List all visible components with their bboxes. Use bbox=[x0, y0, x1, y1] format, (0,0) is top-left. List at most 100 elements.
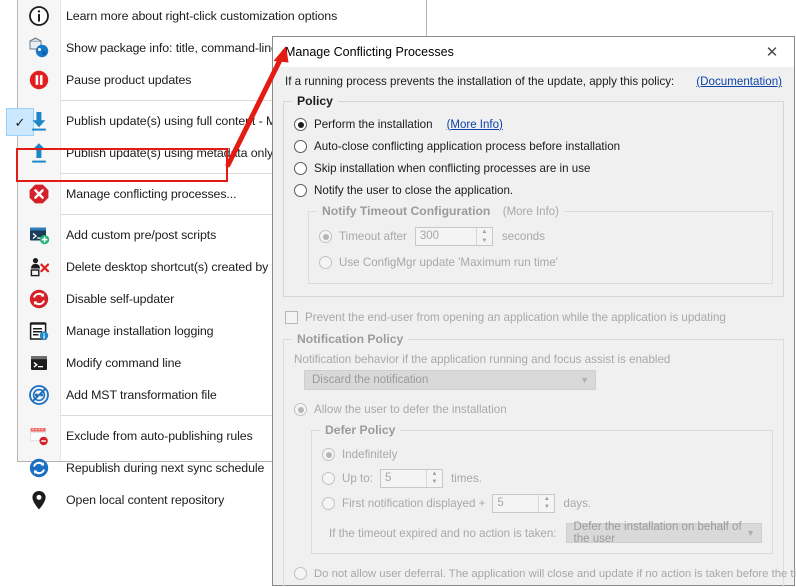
menu-item-label: Manage installation logging bbox=[66, 324, 214, 338]
location-pin-icon bbox=[18, 484, 60, 516]
radio-perform-installation[interactable] bbox=[294, 118, 307, 131]
up-to-times-value[interactable]: 5 bbox=[381, 470, 426, 487]
dialog-intro-row: If a running process prevents the instal… bbox=[283, 75, 784, 88]
timeout-seconds-stepper[interactable]: 300 ▲ ▼ bbox=[414, 227, 493, 246]
timeout-stepper-buttons[interactable]: ▲ ▼ bbox=[475, 228, 492, 246]
menu-item-label: Manage conflicting processes... bbox=[66, 187, 237, 201]
stepper-down-icon[interactable]: ▼ bbox=[427, 478, 442, 487]
policy-option-label: Perform the installation bbox=[314, 118, 433, 131]
defer-option-label: Indefinitely bbox=[342, 448, 398, 461]
timeout-expired-label: If the timeout expired and no action is … bbox=[329, 526, 557, 540]
prevent-end-user-row[interactable]: Prevent the end-user from opening an app… bbox=[283, 307, 784, 328]
stepper-up-icon[interactable]: ▲ bbox=[477, 228, 492, 237]
prevent-end-user-label: Prevent the end-user from opening an app… bbox=[305, 311, 726, 324]
chevron-down-icon: ▼ bbox=[746, 528, 755, 538]
defer-option-indefinitely[interactable]: Indefinitely bbox=[322, 444, 762, 465]
up-to-times-stepper[interactable]: 5 ▲ ▼ bbox=[379, 468, 443, 488]
defer-option-up-to[interactable]: Up to: 5 ▲ ▼ times. bbox=[322, 466, 762, 490]
first-notification-days-value[interactable]: 5 bbox=[493, 495, 538, 512]
chevron-down-icon: ▼ bbox=[580, 375, 589, 385]
notification-behavior-label: Notification behavior if the application… bbox=[294, 353, 671, 366]
timeout-seconds-value[interactable]: 300 bbox=[416, 228, 476, 245]
notify-timeout-configmgr-row[interactable]: Use ConfigMgr update 'Maximum run time' bbox=[319, 252, 762, 273]
policy-option-label: Notify the user to close the application… bbox=[314, 184, 514, 197]
exclude-rule-icon bbox=[18, 420, 60, 452]
notify-timeout-after-row[interactable]: Timeout after 300 ▲ ▼ seconds bbox=[319, 225, 762, 248]
policy-option-label: Skip installation when conflicting proce… bbox=[314, 162, 591, 175]
policy-option-label: Auto-close conflicting application proce… bbox=[314, 140, 621, 153]
no-deferral-row[interactable]: Do not allow user deferral. The applicat… bbox=[294, 563, 796, 584]
disable-refresh-icon bbox=[18, 283, 60, 315]
defer-option-label: Up to: bbox=[342, 471, 373, 485]
days-stepper-buttons[interactable]: ▲ ▼ bbox=[538, 494, 554, 512]
documentation-link[interactable]: (Documentation) bbox=[696, 75, 782, 88]
radio-timeout-after[interactable] bbox=[319, 230, 332, 243]
screen-root: Learn more about right-click customizati… bbox=[0, 0, 796, 587]
stepper-down-icon[interactable]: ▼ bbox=[477, 237, 492, 246]
stepper-up-icon[interactable]: ▲ bbox=[539, 495, 554, 504]
notify-timeout-more-info[interactable]: (More Info) bbox=[503, 206, 559, 218]
notification-policy-group-title: Notification Policy bbox=[292, 332, 409, 346]
stepper-up-icon[interactable]: ▲ bbox=[427, 470, 442, 479]
package-info-icon bbox=[18, 32, 60, 64]
dialog-body: If a running process prevents the instal… bbox=[273, 75, 796, 587]
upload-arrow-icon bbox=[18, 137, 60, 169]
notification-behavior-dropdown[interactable]: Discard the notification ▼ bbox=[304, 370, 596, 390]
mst-transform-icon bbox=[18, 379, 60, 411]
delete-shortcut-icon bbox=[18, 251, 60, 283]
radio-use-configmgr-max-run-time[interactable] bbox=[319, 256, 332, 269]
radio-skip-installation[interactable] bbox=[294, 162, 307, 175]
menu-item-label: Open local content repository bbox=[66, 493, 225, 507]
menu-item-label: Modify command line bbox=[66, 356, 182, 370]
policy-option-skip-installation[interactable]: Skip installation when conflicting proce… bbox=[294, 158, 773, 179]
perform-installation-more-info-link[interactable]: (More Info) bbox=[447, 119, 503, 131]
radio-first-notification[interactable] bbox=[322, 496, 335, 510]
checkbox-prevent-end-user[interactable] bbox=[285, 311, 298, 324]
radio-indefinitely[interactable] bbox=[322, 448, 335, 461]
menu-item-label: Delete desktop shortcut(s) created by th… bbox=[66, 260, 308, 274]
defer-policy-group-title: Defer Policy bbox=[320, 423, 401, 437]
menu-item-label: Learn more about right-click customizati… bbox=[66, 9, 338, 23]
stepper-down-icon[interactable]: ▼ bbox=[539, 503, 554, 512]
timeout-expired-row: If the timeout expired and no action is … bbox=[329, 521, 762, 545]
allow-defer-row[interactable]: Allow the user to defer the installation bbox=[294, 399, 773, 420]
radio-auto-close[interactable] bbox=[294, 140, 307, 153]
defer-option-first-notification[interactable]: First notification displayed + 5 ▲ ▼ days… bbox=[322, 491, 762, 515]
policy-option-perform-installation[interactable]: Perform the installation (More Info) bbox=[294, 114, 773, 135]
menu-item-label: Exclude from auto-publishing rules bbox=[66, 429, 253, 443]
info-icon bbox=[18, 0, 60, 32]
stop-error-icon bbox=[18, 178, 60, 210]
timeout-expired-dropdown[interactable]: Defer the installation on behalf of the … bbox=[565, 521, 762, 545]
command-line-icon bbox=[18, 347, 60, 379]
timeout-expired-value: Defer the installation on behalf of the … bbox=[573, 521, 742, 545]
menu-item-label: Publish update(s) using metadata only bbox=[66, 146, 274, 160]
menu-item-learn-more[interactable]: Learn more about right-click customizati… bbox=[18, 0, 426, 32]
manage-conflicting-processes-dialog: Manage Conflicting Processes ✕ If a runn… bbox=[272, 36, 796, 587]
menu-item-label: Disable self-updater bbox=[66, 292, 175, 306]
dialog-intro-text: If a running process prevents the instal… bbox=[285, 75, 675, 88]
radio-up-to[interactable] bbox=[322, 471, 335, 485]
notify-timeout-title-text: Notify Timeout Configuration bbox=[322, 204, 491, 218]
close-icon[interactable]: ✕ bbox=[750, 37, 794, 67]
first-notification-days-stepper[interactable]: 5 ▲ ▼ bbox=[492, 493, 556, 513]
allow-defer-label: Allow the user to defer the installation bbox=[314, 403, 507, 416]
republish-sync-icon bbox=[18, 452, 60, 484]
log-document-icon bbox=[18, 315, 60, 347]
menu-item-label: Pause product updates bbox=[66, 73, 192, 87]
policy-group-title: Policy bbox=[292, 94, 338, 108]
timeout-seconds-unit: seconds bbox=[501, 230, 546, 243]
policy-option-auto-close[interactable]: Auto-close conflicting application proce… bbox=[294, 136, 773, 157]
policy-option-notify-user[interactable]: Notify the user to close the application… bbox=[294, 180, 773, 201]
up-to-stepper-buttons[interactable]: ▲ ▼ bbox=[425, 469, 442, 487]
notification-behavior-value: Discard the notification bbox=[312, 374, 429, 386]
notify-timeout-group: Notify Timeout Configuration (More Info)… bbox=[308, 204, 773, 284]
notify-timeout-group-title: Notify Timeout Configuration (More Info) bbox=[317, 204, 564, 218]
dialog-title: Manage Conflicting Processes bbox=[285, 45, 454, 59]
notification-policy-group: Notification Policy Notification behavio… bbox=[283, 332, 796, 587]
radio-allow-user-defer[interactable] bbox=[294, 403, 307, 416]
no-deferral-label: Do not allow user deferral. The applicat… bbox=[314, 567, 796, 580]
radio-notify-user[interactable] bbox=[294, 184, 307, 197]
policy-group: Policy Perform the installation (More In… bbox=[283, 94, 784, 297]
radio-do-not-allow-deferral[interactable] bbox=[294, 567, 307, 580]
up-to-suffix: times. bbox=[450, 471, 482, 485]
